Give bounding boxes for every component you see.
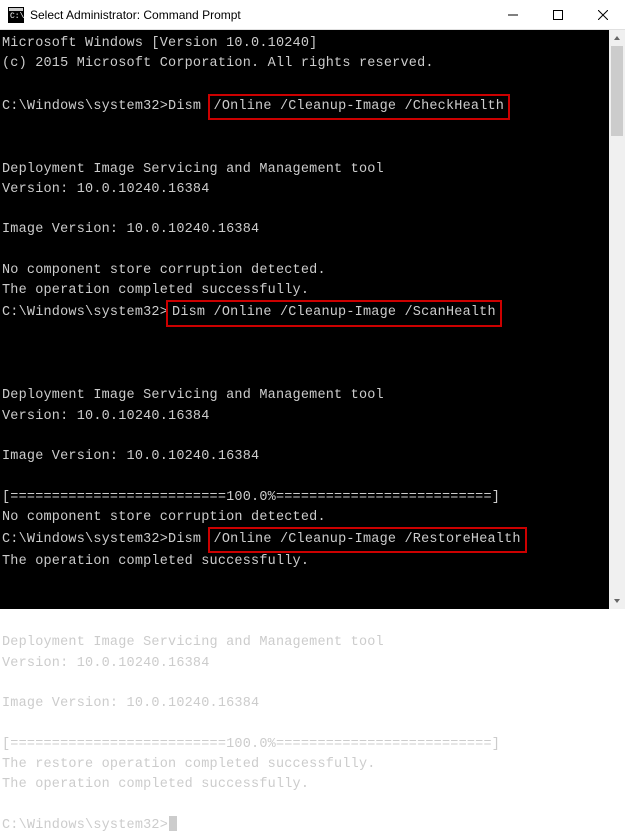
terminal-line (2, 326, 623, 346)
terminal-command-line: C:\Windows\system32>Dism /Online /Cleanu… (2, 528, 623, 552)
minimize-button[interactable] (490, 0, 535, 29)
svg-text:C:\: C:\ (10, 12, 24, 21)
terminal-line: Image Version: 10.0.10240.16384 (2, 447, 623, 467)
terminal-command-line: C:\Windows\system32>Dism /Online /Cleanu… (2, 301, 623, 325)
terminal-line: Deployment Image Servicing and Managemen… (2, 386, 623, 406)
terminal-line (2, 674, 623, 694)
terminal-line: Image Version: 10.0.10240.16384 (2, 220, 623, 240)
cursor (169, 816, 177, 831)
terminal-output[interactable]: Microsoft Windows [Version 10.0.10240](c… (0, 30, 625, 609)
terminal-line: No component store corruption detected. (2, 261, 623, 281)
terminal-line (2, 366, 623, 386)
close-button[interactable] (580, 0, 625, 29)
highlighted-command: /Online /Cleanup-Image /CheckHealth (208, 94, 511, 120)
scroll-down-arrow[interactable] (609, 593, 625, 609)
terminal-line (2, 467, 623, 487)
vertical-scrollbar[interactable] (609, 30, 625, 609)
prompt: C:\Windows\system32> (2, 532, 168, 547)
terminal-line (2, 613, 623, 633)
terminal-line: The operation completed successfully. (2, 281, 623, 301)
terminal-line: Version: 10.0.10240.16384 (2, 654, 623, 674)
scrollbar-thumb[interactable] (611, 46, 623, 136)
highlighted-command: /Online /Cleanup-Image /RestoreHealth (208, 527, 527, 553)
maximize-button[interactable] (535, 0, 580, 29)
terminal-line (2, 119, 623, 139)
terminal-line (2, 573, 623, 593)
terminal-line (2, 427, 623, 447)
terminal-line: Version: 10.0.10240.16384 (2, 180, 623, 200)
scroll-up-arrow[interactable] (609, 30, 625, 46)
terminal-line: Version: 10.0.10240.16384 (2, 407, 623, 427)
prompt: C:\Windows\system32> (2, 99, 168, 114)
terminal-line: Deployment Image Servicing and Managemen… (2, 160, 623, 180)
window-title: Select Administrator: Command Prompt (30, 8, 490, 22)
terminal-line (2, 139, 623, 159)
terminal-line (2, 200, 623, 220)
terminal-line: Image Version: 10.0.10240.16384 (2, 694, 623, 714)
highlighted-command: Dism /Online /Cleanup-Image /ScanHealth (166, 300, 502, 326)
prompt: C:\Windows\system32> (2, 305, 168, 320)
prompt: C:\Windows\system32> (2, 818, 168, 833)
terminal-line (2, 346, 623, 366)
terminal-prompt-line[interactable]: C:\Windows\system32> (2, 816, 623, 836)
terminal-line (2, 593, 623, 613)
terminal-line: The restore operation completed successf… (2, 755, 623, 775)
terminal-line: [==========================100.0%=======… (2, 488, 623, 508)
terminal-line (2, 795, 623, 815)
terminal-command-line: C:\Windows\system32>Dism /Online /Cleanu… (2, 95, 623, 119)
terminal-line: Deployment Image Servicing and Managemen… (2, 633, 623, 653)
terminal-line: [==========================100.0%=======… (2, 735, 623, 755)
terminal-line: The operation completed successfully. (2, 552, 623, 572)
terminal-line: Microsoft Windows [Version 10.0.10240] (2, 34, 623, 54)
terminal-line (2, 241, 623, 261)
window-controls (490, 0, 625, 29)
cmd-icon: C:\ (8, 7, 24, 23)
terminal-line: No component store corruption detected. (2, 508, 623, 528)
terminal-line (2, 75, 623, 95)
terminal-line (2, 714, 623, 734)
window-titlebar: C:\ Select Administrator: Command Prompt (0, 0, 625, 30)
terminal-line: The operation completed successfully. (2, 775, 623, 795)
terminal-line: (c) 2015 Microsoft Corporation. All righ… (2, 54, 623, 74)
